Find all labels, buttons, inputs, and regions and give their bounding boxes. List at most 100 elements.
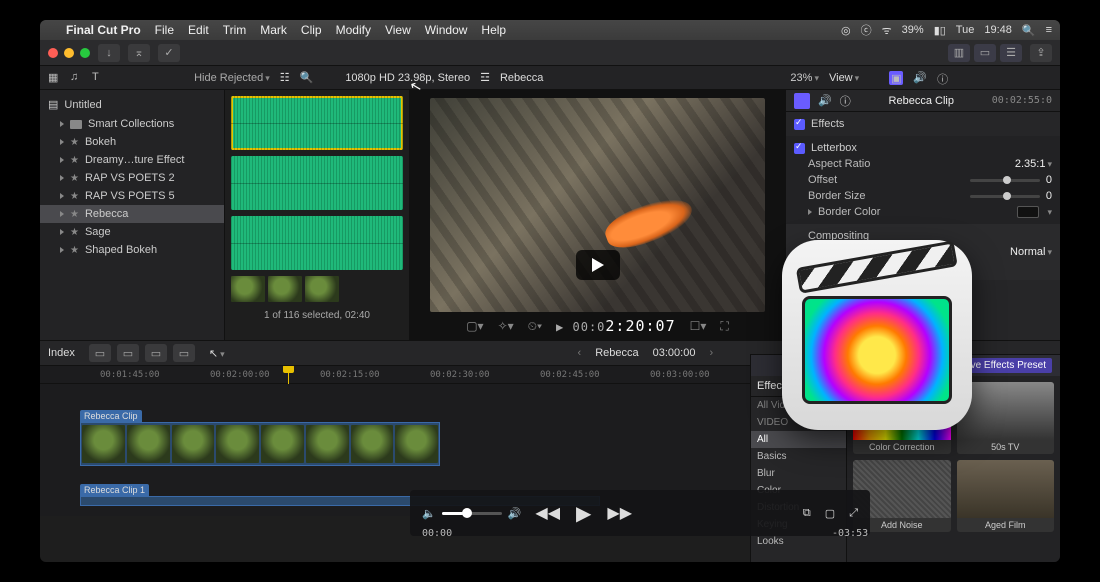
forward-button[interactable]: ▶▶ [607,503,632,523]
nav-fwd-button[interactable]: › [709,347,713,359]
menu-clip[interactable]: Clip [301,23,322,37]
traffic-lights[interactable] [48,48,90,58]
effects-cat-basics[interactable]: Basics [751,448,846,465]
sidebar-item-rap5[interactable]: ★RAP VS POETS 5 [40,187,224,205]
browser-thumb[interactable] [305,276,339,302]
viewer-enhance-dropdown[interactable]: ✧▾ [498,319,514,333]
sidebar-item-rap2[interactable]: ★RAP VS POETS 2 [40,169,224,187]
bg-tasks-button[interactable]: ✓ [158,44,180,62]
append-button[interactable]: ▭ [117,344,139,362]
menu-modify[interactable]: Modify [336,23,371,37]
offset-label: Offset [808,174,964,186]
viewer-display-dropdown[interactable]: ▢▾ [466,319,483,333]
mute-icon[interactable]: 🔈 [422,507,436,520]
inspector-video-tab[interactable]: ▣ [889,71,903,85]
search-icon[interactable]: 🔍 [1022,24,1036,37]
insert-button[interactable]: ▭ [89,344,111,362]
pip-icon[interactable]: ⧉ [803,507,811,520]
border-size-value[interactable]: 0 [1046,190,1052,202]
app-name[interactable]: Final Cut Pro [66,23,141,37]
rewind-button[interactable]: ◀◀ [535,503,560,523]
fullscreen-icon[interactable] [80,48,90,58]
angle-icon[interactable]: ☲ [480,71,490,84]
menu-edit[interactable]: Edit [188,23,209,37]
viewer-retime-dropdown[interactable]: ⏲▾ [528,319,542,334]
menu-list-icon[interactable]: ≡ [1046,24,1052,36]
preview-content [601,191,698,256]
effects-cat-blur[interactable]: Blur [751,465,846,482]
effects-heading: Effects [811,118,844,130]
fullscreen-icon[interactable]: ⤢ [849,507,858,520]
viewer-canvas[interactable] [430,98,765,312]
keyword-button[interactable]: ⌅ [128,44,150,62]
sidebar-item-bokeh[interactable]: ★Bokeh [40,133,224,151]
inspector-audio-tab[interactable]: 🔊 [913,71,927,85]
volume-slider[interactable] [442,512,502,515]
nav-back-button[interactable]: ‹ [578,347,582,359]
browser-thumb[interactable] [268,276,302,302]
library-root[interactable]: ▤ Untitled [40,94,224,115]
inspector-info-tab[interactable]: ⓘ [937,71,951,85]
browser-clip[interactable] [231,216,403,270]
play-button[interactable]: ▶ [576,501,591,526]
timeline-clip[interactable] [80,422,440,466]
effects-checkbox[interactable] [794,119,805,130]
share-button[interactable]: ⇪ [1030,44,1052,62]
status-cc-icon: ⓒ [861,22,872,38]
close-icon[interactable] [48,48,58,58]
viewer-fullscreen-button[interactable]: ⛶ [720,319,728,334]
inspector-video-tab[interactable] [794,93,810,109]
color-swatch[interactable] [1017,206,1039,218]
disclosure-icon [60,193,64,199]
minimize-icon[interactable] [64,48,74,58]
effect-item[interactable]: Aged Film [957,460,1055,532]
color-dropdown[interactable] [1045,206,1052,218]
browser-clip[interactable] [231,156,403,210]
airplay-icon[interactable]: ▢ [825,507,835,520]
connect-button[interactable]: ▭ [173,344,195,362]
browser-clip[interactable] [231,96,403,150]
viewer-zoom-dropdown[interactable]: 23% [790,72,819,84]
import-button[interactable]: ↓ [98,44,120,62]
layout-browser-button[interactable]: ▥ [948,44,970,62]
playhead[interactable] [288,366,289,384]
offset-slider[interactable] [970,179,1040,182]
viewer-view-dropdown[interactable]: View [829,72,859,84]
menu-help[interactable]: Help [481,23,506,37]
layout-timeline-button[interactable]: ▭ [974,44,996,62]
layout-inspector-button[interactable]: ☰ [1000,44,1022,62]
menu-mark[interactable]: Mark [260,23,287,37]
titles-tab-icon[interactable]: T [92,71,106,85]
event-icon: ★ [70,155,79,166]
sidebar-item-smart[interactable]: Smart Collections [40,115,224,133]
timeline-index-button[interactable]: Index [48,347,75,359]
menu-trim[interactable]: Trim [223,23,247,37]
photos-tab-icon[interactable]: ♫ [70,71,84,85]
blend-dropdown[interactable]: Normal [1010,246,1052,258]
aspect-dropdown[interactable]: 2.35:1 [1015,158,1052,170]
library-tab-icon[interactable]: ▦ [48,71,62,85]
browser-thumb[interactable] [231,276,265,302]
browser-search-icon[interactable]: 🔍 [300,71,314,84]
sidebar-item-sage[interactable]: ★Sage [40,223,224,241]
filter-dropdown[interactable]: Hide Rejected [194,72,270,84]
border-size-slider[interactable] [970,195,1040,198]
offset-value[interactable]: 0 [1046,174,1052,186]
sidebar-item-rebecca[interactable]: ★Rebecca [40,205,224,223]
clip-appearance-icon[interactable]: ☷ [280,71,290,84]
viewer-tools-dropdown[interactable]: ☐▾ [690,319,707,333]
viewer-timecode[interactable]: ▶ 00:02:20:07 [556,317,676,335]
effects-cat-all[interactable]: All [751,431,846,448]
play-overlay-button[interactable] [576,250,620,280]
inspector-audio-icon[interactable]: 🔊 [818,94,832,107]
menu-view[interactable]: View [385,23,411,37]
sidebar-item-dreamy[interactable]: ★Dreamy…ture Effect [40,151,224,169]
menu-file[interactable]: File [155,23,174,37]
sidebar-item-shaped[interactable]: ★Shaped Bokeh [40,241,224,259]
overwrite-button[interactable]: ▭ [145,344,167,362]
menu-window[interactable]: Window [425,23,468,37]
inspector-info-icon[interactable]: ⓘ [840,93,851,109]
letterbox-checkbox[interactable] [794,143,805,154]
tool-select-dropdown[interactable]: ↖ [209,347,225,360]
disclosure-icon[interactable] [808,209,812,215]
